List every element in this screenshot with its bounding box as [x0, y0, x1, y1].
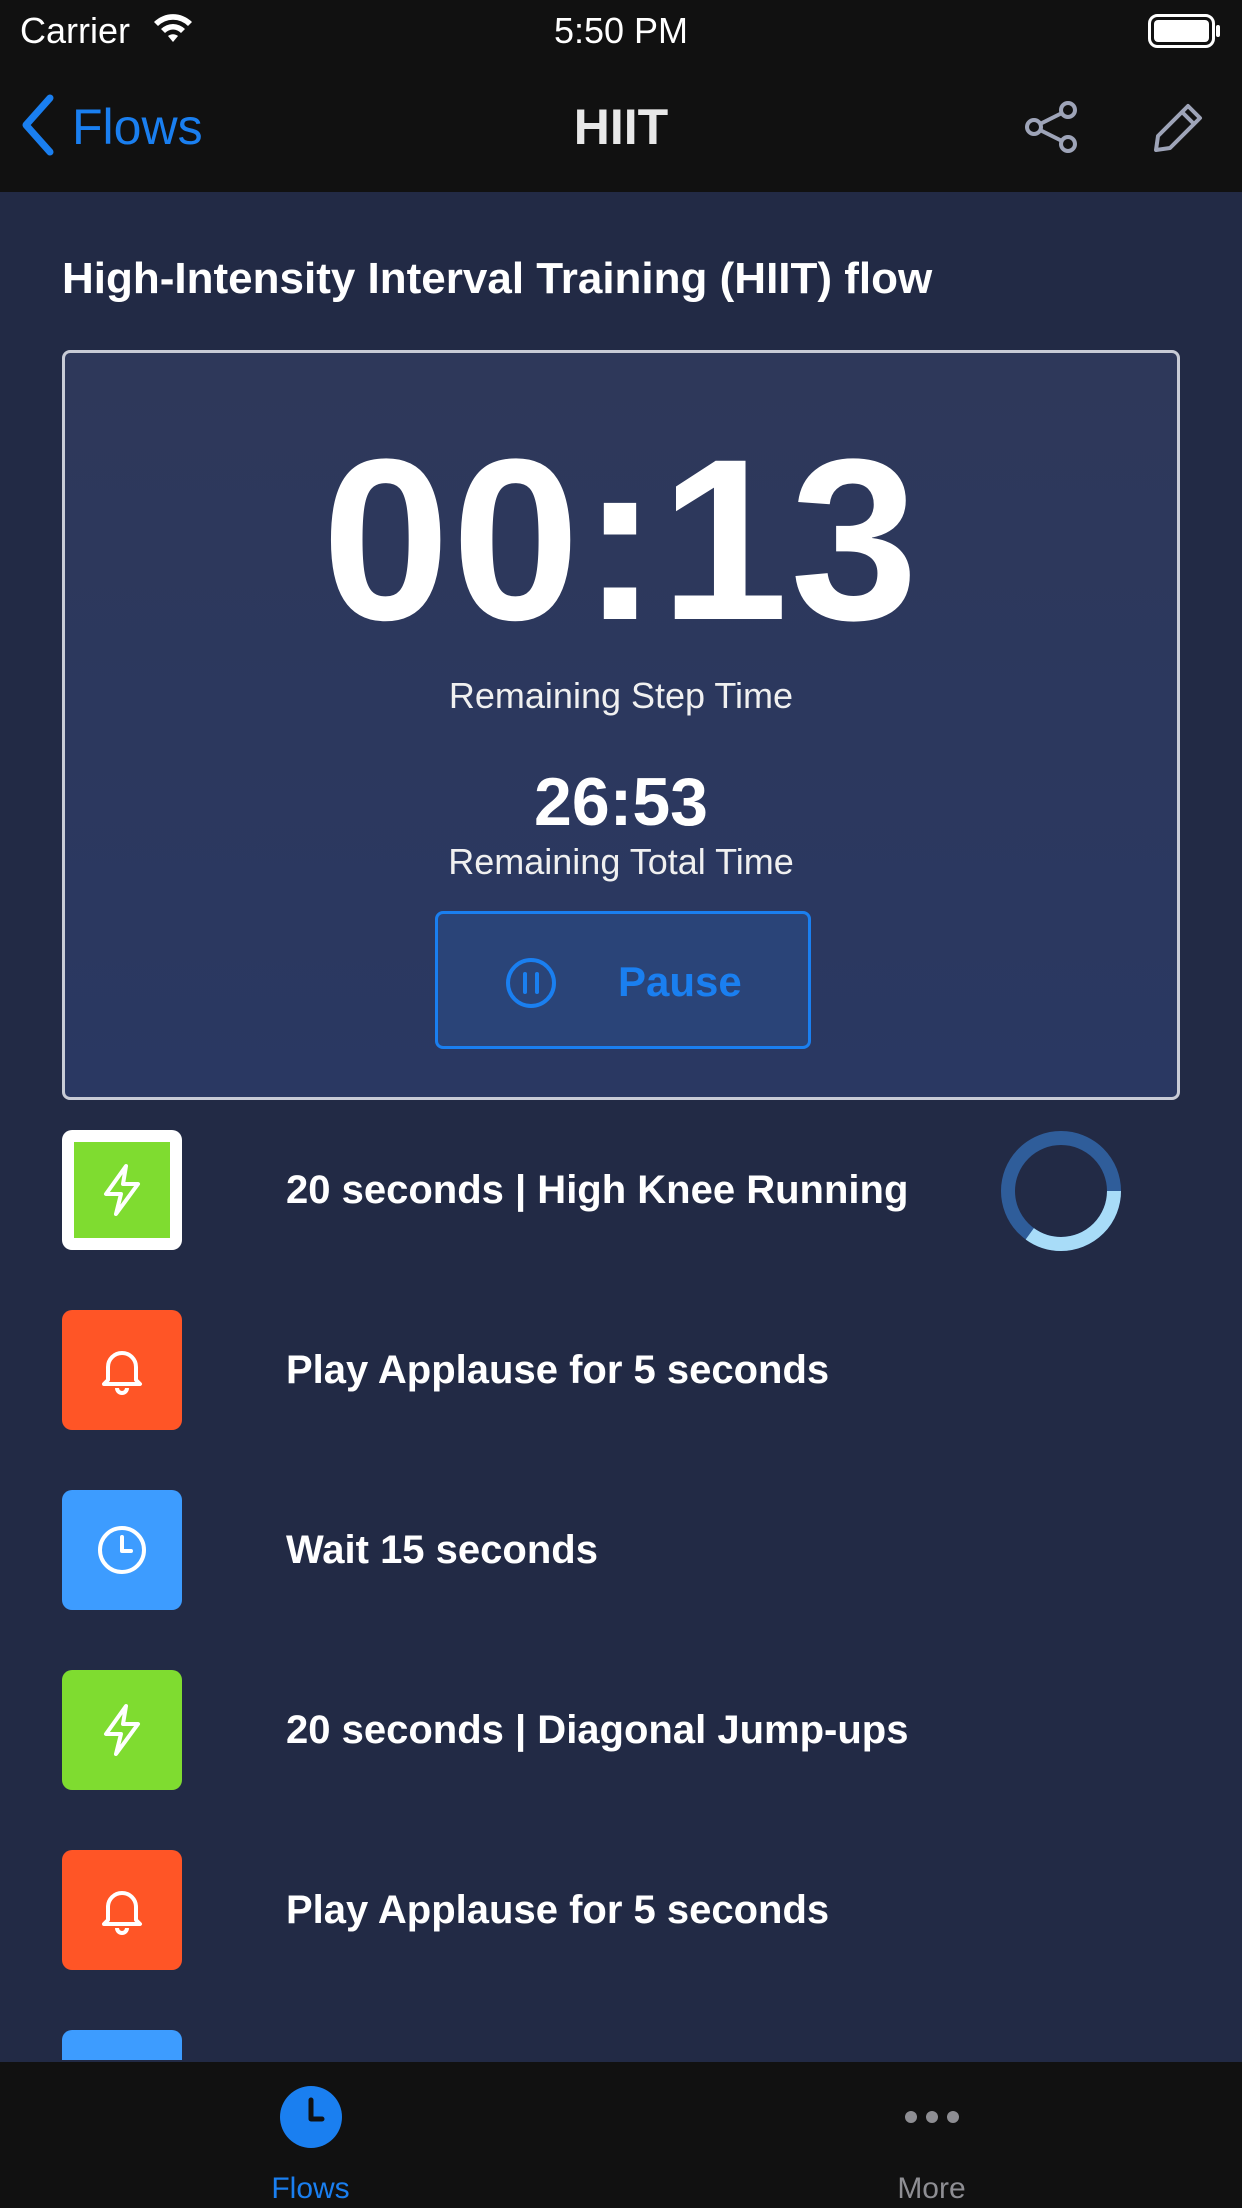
- step-label: 20 seconds | High Knee Running: [286, 1168, 909, 1212]
- step-label: Wait 15 seconds: [286, 1528, 598, 1572]
- flow-heading: High-Intensity Interval Training (HIIT) …: [62, 254, 933, 303]
- remaining-total-time-label: Remaining Total Time: [448, 841, 794, 882]
- pencil-icon: [1150, 104, 1208, 160]
- clock-icon: [278, 2084, 344, 2150]
- step-label: 20 seconds | Diagonal Jump-ups: [286, 1708, 909, 1752]
- tab-bar: Flows More: [0, 2062, 1242, 2208]
- step-icon-box: [62, 1310, 182, 1430]
- tab-flows-label: Flows: [271, 2172, 350, 2205]
- step-label: Play Applause for 5 seconds: [286, 1348, 830, 1392]
- step-row[interactable]: Play Applause for 5 seconds: [0, 1850, 1242, 1970]
- status-bar: Carrier 5:50 PM: [0, 0, 1242, 62]
- step-row[interactable]: Play Applause for 5 seconds: [0, 1310, 1242, 1430]
- tab-more[interactable]: More: [621, 2062, 1242, 2208]
- navigation-bar: Flows HIIT: [0, 62, 1242, 192]
- step-progress-ring: [1000, 1130, 1122, 1252]
- step-icon-box: [62, 2030, 182, 2060]
- more-dots-icon: [899, 2084, 965, 2150]
- clock-time: 5:50 PM: [553, 10, 689, 51]
- pause-icon: [504, 956, 558, 1010]
- pause-button[interactable]: Pause: [435, 911, 811, 1049]
- pause-button-label: Pause: [618, 958, 742, 1005]
- edit-button[interactable]: [1150, 98, 1208, 156]
- bell-icon: [94, 1342, 150, 1398]
- step-row-partial[interactable]: [0, 2030, 1242, 2060]
- step-label: Play Applause for 5 seconds: [286, 1888, 830, 1932]
- bolt-icon: [94, 1702, 150, 1758]
- step-icon-box: [62, 1130, 182, 1250]
- remaining-step-time: 00:13: [321, 411, 921, 668]
- step-icon-box: [62, 1850, 182, 1970]
- remaining-total-time: 26:53: [534, 764, 708, 840]
- step-row[interactable]: 20 seconds | Diagonal Jump-ups: [0, 1670, 1242, 1790]
- remaining-step-time-label: Remaining Step Time: [448, 675, 794, 716]
- tab-more-label: More: [897, 2172, 966, 2205]
- tab-flows[interactable]: Flows: [0, 2062, 621, 2208]
- timer-card: 00:13 Remaining Step Time 26:53 Remainin…: [62, 350, 1180, 1100]
- step-icon-box: [62, 1670, 182, 1790]
- share-button[interactable]: [1022, 98, 1080, 156]
- bell-icon: [94, 1882, 150, 1938]
- step-icon-box: [62, 1490, 182, 1610]
- step-row[interactable]: Wait 15 seconds: [0, 1490, 1242, 1610]
- step-row[interactable]: 20 seconds | High Knee Running: [0, 1130, 1242, 1252]
- share-icon: [1022, 101, 1080, 160]
- clock-icon: [94, 1522, 150, 1578]
- bolt-icon: [94, 1162, 150, 1218]
- battery-icon: [1148, 14, 1222, 53]
